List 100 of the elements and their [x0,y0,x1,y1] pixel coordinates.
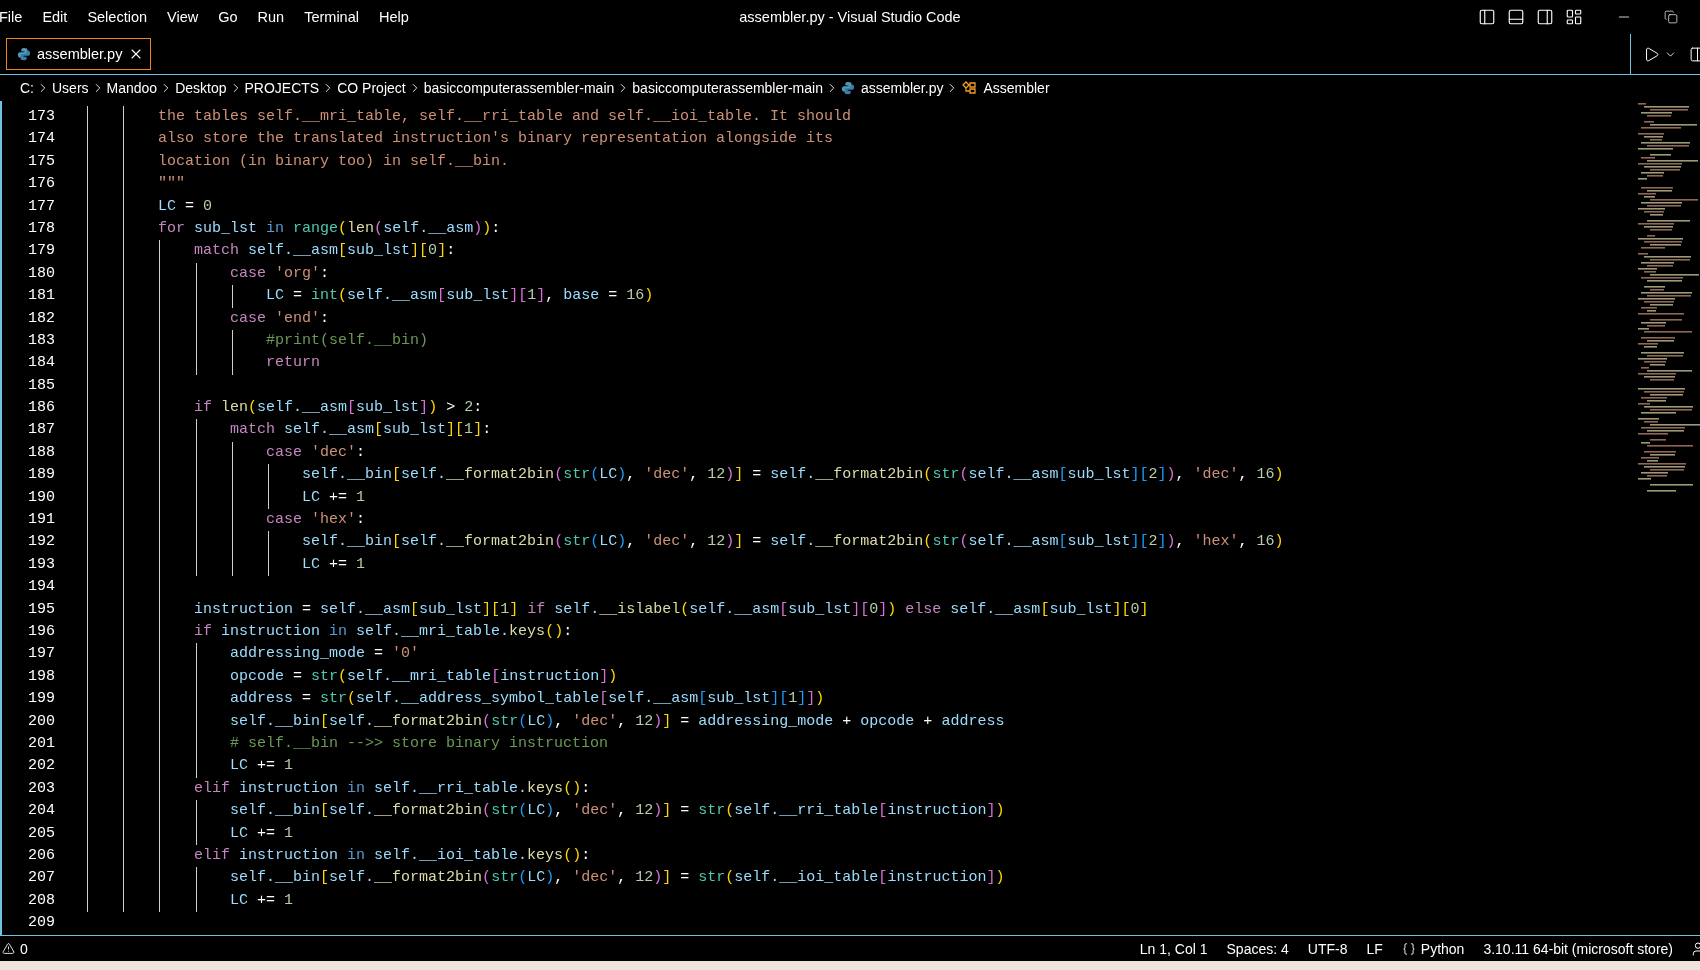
window-title: assembler.py - Visual Studio Code [739,9,961,25]
line-number: 190 [27,487,56,508]
code-line: # self.__bin -->> store binary instruction [229,734,609,752]
menu-item[interactable]: View [157,9,209,25]
code-line: LC += 1 [229,757,294,775]
code-line: LC = int(self.__asm[sub_lst][1], base = 16) [265,287,654,305]
breadcrumb-item[interactable]: basiccomputerassembler-main [632,80,823,96]
line-number: 206 [27,845,56,866]
line-number: 203 [27,778,56,799]
code-line: case 'end': [229,309,330,327]
breadcrumb-item[interactable]: Users [52,80,89,96]
code-line: case 'dec': [265,443,366,461]
code-line: self.__bin[self.__format2bin(str(LC), 'dec', 12)] = str(self.__rri_table[instruction]) [229,802,1005,820]
menu-item[interactable]: File [0,9,33,25]
line-number: 182 [27,308,56,329]
code-line: for sub_lst in range(len(self.__asm)): [157,219,501,237]
line-number: 207 [27,868,56,889]
code-line: match self.__asm[sub_lst][0]: [193,242,456,260]
line-number: 176 [27,174,56,195]
line-number: 175 [27,151,56,172]
breadcrumb-item[interactable]: Assembler [983,80,1050,96]
line-number: 198 [27,666,56,687]
code-line: LC += 1 [229,824,294,842]
menu-item[interactable]: Terminal [294,9,369,25]
panel-icon[interactable] [1507,8,1525,26]
primary-sidebar-icon[interactable] [1478,8,1496,26]
breadcrumb-item[interactable]: basiccomputerassembler-main [423,80,615,96]
code-line: """ [157,175,186,193]
line-number: 188 [27,442,56,463]
status-item[interactable]: 3.10.11 64-bit (microsoft store) [1483,940,1673,957]
restore-icon[interactable] [1664,10,1678,24]
breadcrumb-item[interactable]: PROJECTS [244,80,320,96]
line-number: 195 [27,599,56,620]
status-item[interactable]: Spaces: 4 [1226,940,1289,957]
code-line: addressing_mode = '0' [229,645,420,663]
code-line: self.__bin[self.__format2bin(str(LC), 'dec', 12)] = addressing_mode + opcode + address [229,712,1005,730]
code-line: self.__bin[self.__format2bin(str(LC), 'dec', 12)] = self.__format2bin(str(self.__asm[sub_lst][2]), 'hex', 16) [301,533,1284,551]
code-line: self.__bin[self.__format2bin(str(LC), 'dec', 12)] = self.__format2bin(str(self.__asm[sub_lst][2]), 'dec', 16) [301,466,1284,484]
code-line: opcode = str(self.__mri_table[instruction]) [229,667,618,685]
status-item[interactable]: Ln 1, Col 1 [1139,940,1208,957]
line-number: 205 [27,823,56,844]
menu-item[interactable]: Help [368,9,419,25]
breadcrumb-item[interactable]: Mandoo [106,80,158,96]
problems-count[interactable]: 0 [20,940,28,957]
code-line: the tables self.__mri_table, self.__rri_table and self.__ioi_table. It should [157,108,852,125]
code-line: return [265,354,321,372]
menu-item[interactable]: Selection [77,9,158,25]
code-line: self.__bin[self.__format2bin(str(LC), 'dec', 12)] = str(self.__ioi_table[instruction]) [229,869,1005,887]
line-number: 192 [27,532,56,553]
line-number: 185 [27,375,56,396]
code-line: LC += 1 [229,891,294,909]
code-line: LC += 1 [301,555,366,573]
status-item[interactable]: UTF-8 [1307,940,1348,957]
breadcrumb-item[interactable]: assembler.py [860,80,944,96]
code-line: if instruction in self.__mri_table.keys(): [193,623,573,640]
layout-icon[interactable] [1565,8,1583,26]
menu-item[interactable]: Go [208,9,248,25]
python-icon [840,81,855,95]
line-number: 199 [27,689,56,710]
play-icon[interactable] [1643,45,1660,63]
breadcrumb-item[interactable]: Desktop [175,80,227,96]
code-line: case 'org': [229,264,330,282]
python-icon [17,47,31,61]
line-number: 184 [27,353,56,374]
line-number: 194 [27,577,56,598]
code-line: elif instruction in self.__rri_table.keys(): [193,779,591,797]
braces-icon[interactable] [1401,941,1416,956]
secondary-sidebar-icon[interactable] [1536,8,1554,26]
line-number: 202 [27,756,56,777]
menu-item[interactable]: Run [247,9,295,25]
status-item[interactable]: Python [1420,940,1465,957]
line-number: 197 [27,644,56,665]
line-number: 196 [27,622,56,642]
breadcrumb-item[interactable]: CO Project [337,80,406,96]
code-line: match self.__asm[sub_lst][1]: [229,421,492,439]
line-number: 179 [27,241,56,262]
line-number: 201 [27,733,56,754]
line-number: 204 [27,801,56,822]
code-line: elif instruction in self.__ioi_table.keys(): [193,846,591,864]
line-number: 180 [27,263,56,284]
code-line: location (in binary too) in self.__bin. [157,152,510,170]
menu-item[interactable]: Edit [32,9,78,25]
line-number: 200 [27,711,56,732]
line-number: 208 [27,890,56,911]
breadcrumb-item[interactable]: C: [20,80,34,96]
class-icon [961,81,978,95]
line-number: 178 [27,218,56,239]
code-line: instruction = self.__asm[sub_lst][1] if self.__islabel(self.__asm[sub_lst][0]) else self.__asm[sub_lst][0] [193,600,1149,618]
line-number: 189 [27,465,56,486]
line-number: 193 [27,554,56,575]
code-line: case 'hex': [265,511,366,529]
line-number: 174 [27,129,56,150]
code-line: if len(self.__asm[sub_lst]) > 2: [193,399,483,417]
line-number: 173 [27,107,56,127]
status-item[interactable]: LF [1366,940,1383,957]
code-line: address = str(self.__address_symbol_table[self.__asm[sub_lst][1]]) [229,690,825,708]
editor-tab[interactable]: assembler.py [6,38,152,70]
warning-icon[interactable] [2,942,15,955]
code-line: LC += 1 [301,488,366,506]
line-number: 181 [27,286,56,307]
